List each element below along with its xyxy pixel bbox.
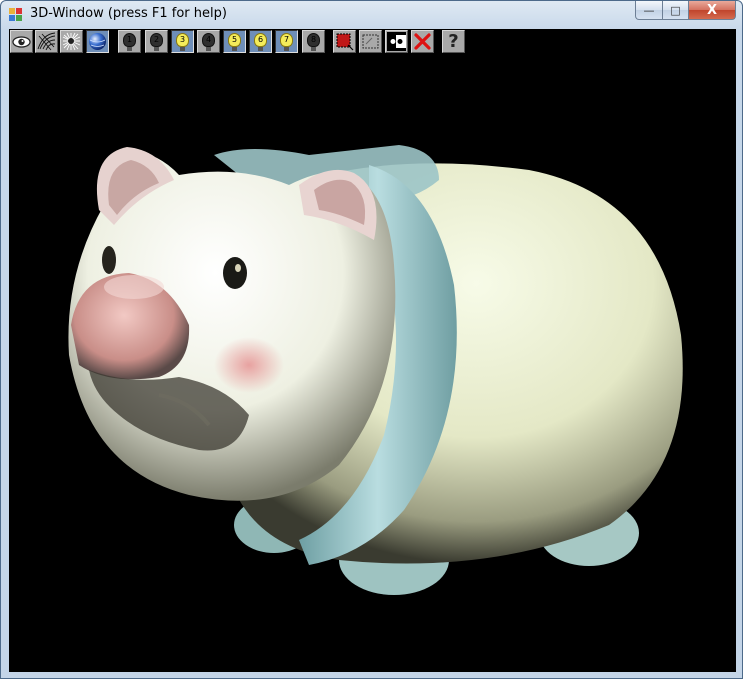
light-4-icon: 4	[202, 32, 215, 51]
select-region-button[interactable]	[333, 30, 356, 53]
deselect-region-button[interactable]	[359, 30, 382, 53]
light-8-icon: 8	[307, 32, 320, 51]
wireframe-icon	[37, 32, 56, 51]
light-1-icon: 1	[123, 32, 136, 51]
light-8-button[interactable]: 8	[302, 30, 325, 53]
deselect-region-icon	[362, 34, 379, 49]
shaded-sphere-button[interactable]	[86, 30, 109, 53]
close-button[interactable]: X	[689, 1, 736, 20]
light-2-button[interactable]: 2	[145, 30, 168, 53]
toolbar: 1 2 3 4 5 6 7 8 ?	[9, 29, 736, 55]
shaded-sphere-icon	[89, 33, 106, 50]
light-6-button[interactable]: 6	[249, 30, 272, 53]
delete-button[interactable]	[411, 30, 434, 53]
caption-buttons: — □ X	[635, 1, 736, 20]
piggy-bank-model	[68, 145, 683, 595]
light-2-icon: 2	[150, 32, 163, 51]
light-7-button[interactable]: 7	[275, 30, 298, 53]
light-5-button[interactable]: 5	[223, 30, 246, 53]
app-window: 3D-Window (press F1 for help) — □ X 1 2 …	[0, 0, 743, 679]
help-button[interactable]: ?	[442, 30, 465, 53]
maximize-icon: □	[670, 3, 681, 17]
light-3-button[interactable]: 3	[171, 30, 194, 53]
minimize-button[interactable]: —	[635, 1, 663, 20]
points-button[interactable]	[60, 30, 83, 53]
light-6-icon: 6	[254, 32, 267, 51]
light-7-icon: 7	[280, 32, 293, 51]
toggle-points-button[interactable]	[385, 30, 408, 53]
close-icon: X	[706, 2, 718, 18]
app-icon	[9, 8, 22, 21]
wireframe-button[interactable]	[35, 30, 58, 53]
light-3-icon: 3	[176, 32, 189, 51]
maximize-button[interactable]: □	[663, 1, 689, 20]
window-title: 3D-Window (press F1 for help)	[30, 6, 227, 21]
light-5-icon: 5	[228, 32, 241, 51]
help-icon: ?	[448, 31, 459, 52]
view-eye-icon	[12, 35, 31, 48]
title-bar[interactable]: 3D-Window (press F1 for help) — □ X	[1, 1, 742, 28]
3d-viewport[interactable]	[9, 55, 736, 672]
select-region-icon	[336, 33, 354, 51]
light-1-button[interactable]: 1	[118, 30, 141, 53]
view-eye-button[interactable]	[10, 30, 33, 53]
delete-icon	[414, 33, 431, 50]
light-4-button[interactable]: 4	[197, 30, 220, 53]
minimize-icon: —	[643, 3, 655, 17]
toggle-points-icon	[387, 32, 406, 51]
points-icon	[62, 32, 81, 51]
